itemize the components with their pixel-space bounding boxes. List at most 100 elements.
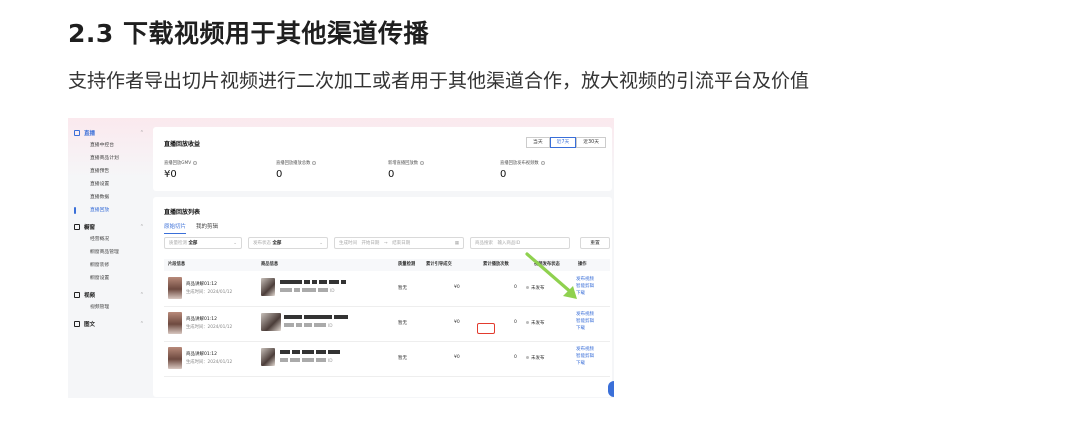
sidebar-item-product-manage[interactable]: 橱窗商品管理 bbox=[68, 246, 150, 259]
sidebar-group-shop[interactable]: 橱窗 ⌃ bbox=[68, 220, 150, 233]
revenue-card: 直播回放收益 当天 近7天 近30天 直播回放GMV ¥0 直播回放播放总数 0… bbox=[153, 127, 612, 191]
product-search-input[interactable]: 商品搜索 输入商品ID bbox=[470, 237, 570, 249]
download-link[interactable]: 下载 bbox=[576, 360, 594, 367]
gmv-cell: ¥0 bbox=[454, 285, 460, 290]
product-image bbox=[261, 348, 275, 366]
status-text: 未发布 bbox=[531, 321, 545, 326]
date-end: 结束日期 bbox=[392, 241, 411, 246]
sidebar-group-live[interactable]: 直播 ⌃ bbox=[68, 126, 150, 139]
doc-description: 支持作者导出切片视频进行二次加工或者用于其他渠道合作，放大视频的引流平台及价值 bbox=[68, 70, 810, 92]
status-cell: 未发布 bbox=[526, 320, 545, 326]
sidebar-item-preview[interactable]: 直播预告 bbox=[68, 165, 150, 178]
metric-label: 新增直播回放数 bbox=[388, 161, 419, 166]
info-icon[interactable] bbox=[312, 160, 317, 165]
sidebar-item-video-manage[interactable]: 视频管理 bbox=[68, 301, 150, 314]
clip-thumbnail[interactable] bbox=[168, 312, 182, 334]
tab-my-edits[interactable]: 我的剪辑 bbox=[196, 222, 218, 234]
period-today-button[interactable]: 当天 bbox=[526, 137, 550, 148]
revenue-title: 直播回放收益 bbox=[164, 141, 201, 148]
column-header: 商品信息 bbox=[261, 262, 279, 267]
reset-button[interactable]: 重置 bbox=[580, 237, 610, 249]
product-sub-redacted: ID bbox=[280, 358, 333, 364]
sidebar-group-video[interactable]: 视频 ⌃ bbox=[68, 288, 150, 301]
sidebar-item-decoration[interactable]: 橱窗装修 bbox=[68, 259, 150, 272]
product-title-redacted bbox=[284, 315, 350, 321]
post-icon bbox=[74, 320, 80, 327]
gmv-cell: ¥0 bbox=[454, 320, 460, 325]
column-header[interactable]: 累计播放次数 bbox=[483, 259, 509, 271]
search-placeholder: 输入商品ID bbox=[497, 241, 521, 246]
row-actions: 发布视频 智能剪辑 下载 bbox=[576, 311, 594, 332]
clip-time: 生成时间：2024/01/12 bbox=[186, 290, 233, 295]
period-selector: 当天 近7天 近30天 bbox=[526, 137, 606, 148]
smart-edit-link[interactable]: 智能剪辑 bbox=[576, 353, 594, 360]
floating-help-tab[interactable] bbox=[608, 381, 614, 397]
sidebar-item-settings[interactable]: 直播设置 bbox=[68, 178, 150, 191]
metric-value: 0 bbox=[276, 169, 283, 180]
sidebar-item-overview[interactable]: 经营概况 bbox=[68, 233, 150, 246]
sidebar-item-shop-settings[interactable]: 橱窗设置 bbox=[68, 272, 150, 285]
gmv-cell: ¥0 bbox=[454, 355, 460, 360]
column-header[interactable]: 累计引导成交 bbox=[426, 259, 452, 271]
sidebar-group-post[interactable]: 图文 ⌃ bbox=[68, 317, 150, 330]
product-id-label: ID bbox=[328, 324, 333, 329]
metric-plays: 直播回放播放总数 0 bbox=[276, 160, 386, 180]
live-icon bbox=[74, 129, 80, 136]
table-row: 商品讲解01:12 生成时间：2024/01/12 ID 暂无 ¥0 0 未发布… bbox=[164, 343, 610, 377]
sidebar-item-data[interactable]: 直播数据 bbox=[68, 191, 150, 204]
list-tabs: 原始切片 我的剪辑 bbox=[164, 222, 218, 234]
sidebar-item-replay[interactable]: 直播回放 bbox=[68, 204, 150, 217]
date-range-picker[interactable]: 生成时间 开始日期 → 结束日期 ▦ bbox=[334, 237, 464, 249]
sidebar-item-product-plan[interactable]: 直播商品计划 bbox=[68, 152, 150, 165]
sidebar-group-label: 视频 bbox=[84, 292, 96, 299]
product-sub-redacted: ID bbox=[284, 323, 333, 329]
sidebar-group-label: 直播 bbox=[84, 130, 96, 137]
plays-cell: 0 bbox=[514, 320, 517, 325]
download-link[interactable]: 下载 bbox=[576, 325, 594, 332]
chevron-down-icon: ⌄ bbox=[319, 241, 323, 246]
period-30d-button[interactable]: 近30天 bbox=[576, 137, 606, 148]
clip-name: 商品讲解01:12 bbox=[186, 282, 217, 287]
publish-status-select[interactable]: 发布状态 全部 ⌄ bbox=[248, 237, 328, 249]
metric-label: 直播回放发布视频数 bbox=[500, 161, 539, 166]
publish-video-link[interactable]: 发布视频 bbox=[576, 346, 594, 353]
clip-thumbnail[interactable] bbox=[168, 347, 182, 369]
date-start: 开始日期 bbox=[361, 241, 380, 246]
clip-time: 生成时间：2024/01/12 bbox=[186, 325, 233, 330]
chevron-up-icon: ⌃ bbox=[139, 291, 144, 298]
filter-value: 全部 bbox=[272, 241, 282, 246]
publish-video-link[interactable]: 发布视频 bbox=[576, 311, 594, 318]
quality-cell: 暂无 bbox=[398, 286, 407, 291]
calendar-icon: ▦ bbox=[454, 241, 459, 246]
dashboard-screenshot: 直播 ⌃ 直播中控台 直播商品计划 直播预告 直播设置 直播数据 直播回放 橱窗… bbox=[68, 118, 614, 398]
status-dot bbox=[526, 320, 529, 324]
sidebar-item-console[interactable]: 直播中控台 bbox=[68, 139, 150, 152]
product-image bbox=[261, 278, 275, 296]
smart-edit-link[interactable]: 智能剪辑 bbox=[576, 318, 594, 325]
info-icon[interactable] bbox=[193, 160, 198, 165]
chevron-up-icon: ⌃ bbox=[139, 320, 144, 327]
clip-thumbnail[interactable] bbox=[168, 277, 182, 299]
metric-label: 直播回放GMV bbox=[164, 161, 192, 166]
clip-time: 生成时间：2024/01/12 bbox=[186, 360, 233, 365]
product-sub-redacted: ID bbox=[280, 288, 335, 294]
quality-filter-select[interactable]: 质量检测 全部 ⌄ bbox=[164, 237, 242, 249]
filter-label: 商品搜索 bbox=[475, 241, 493, 246]
product-id-label: ID bbox=[330, 289, 335, 294]
doc-title: 2.3 下载视频用于其他渠道传播 bbox=[68, 19, 429, 48]
product-id-label: ID bbox=[328, 359, 333, 364]
info-icon[interactable] bbox=[540, 160, 545, 165]
metric-value: 0 bbox=[388, 169, 395, 180]
info-icon[interactable] bbox=[420, 160, 425, 165]
list-title: 直播回放列表 bbox=[164, 209, 201, 216]
period-7d-button[interactable]: 近7天 bbox=[549, 137, 577, 148]
status-cell: 未发布 bbox=[526, 355, 545, 361]
clip-name: 商品讲解01:12 bbox=[186, 352, 217, 357]
quality-cell: 暂无 bbox=[398, 356, 407, 361]
metric-gmv: 直播回放GMV ¥0 bbox=[164, 160, 274, 180]
metric-value: ¥0 bbox=[164, 169, 177, 180]
column-header: 质量检测 bbox=[398, 262, 416, 267]
product-title-redacted bbox=[280, 280, 348, 286]
metric-new-replays: 新增直播回放数 0 bbox=[388, 160, 498, 180]
tab-original-clips[interactable]: 原始切片 bbox=[164, 222, 187, 234]
